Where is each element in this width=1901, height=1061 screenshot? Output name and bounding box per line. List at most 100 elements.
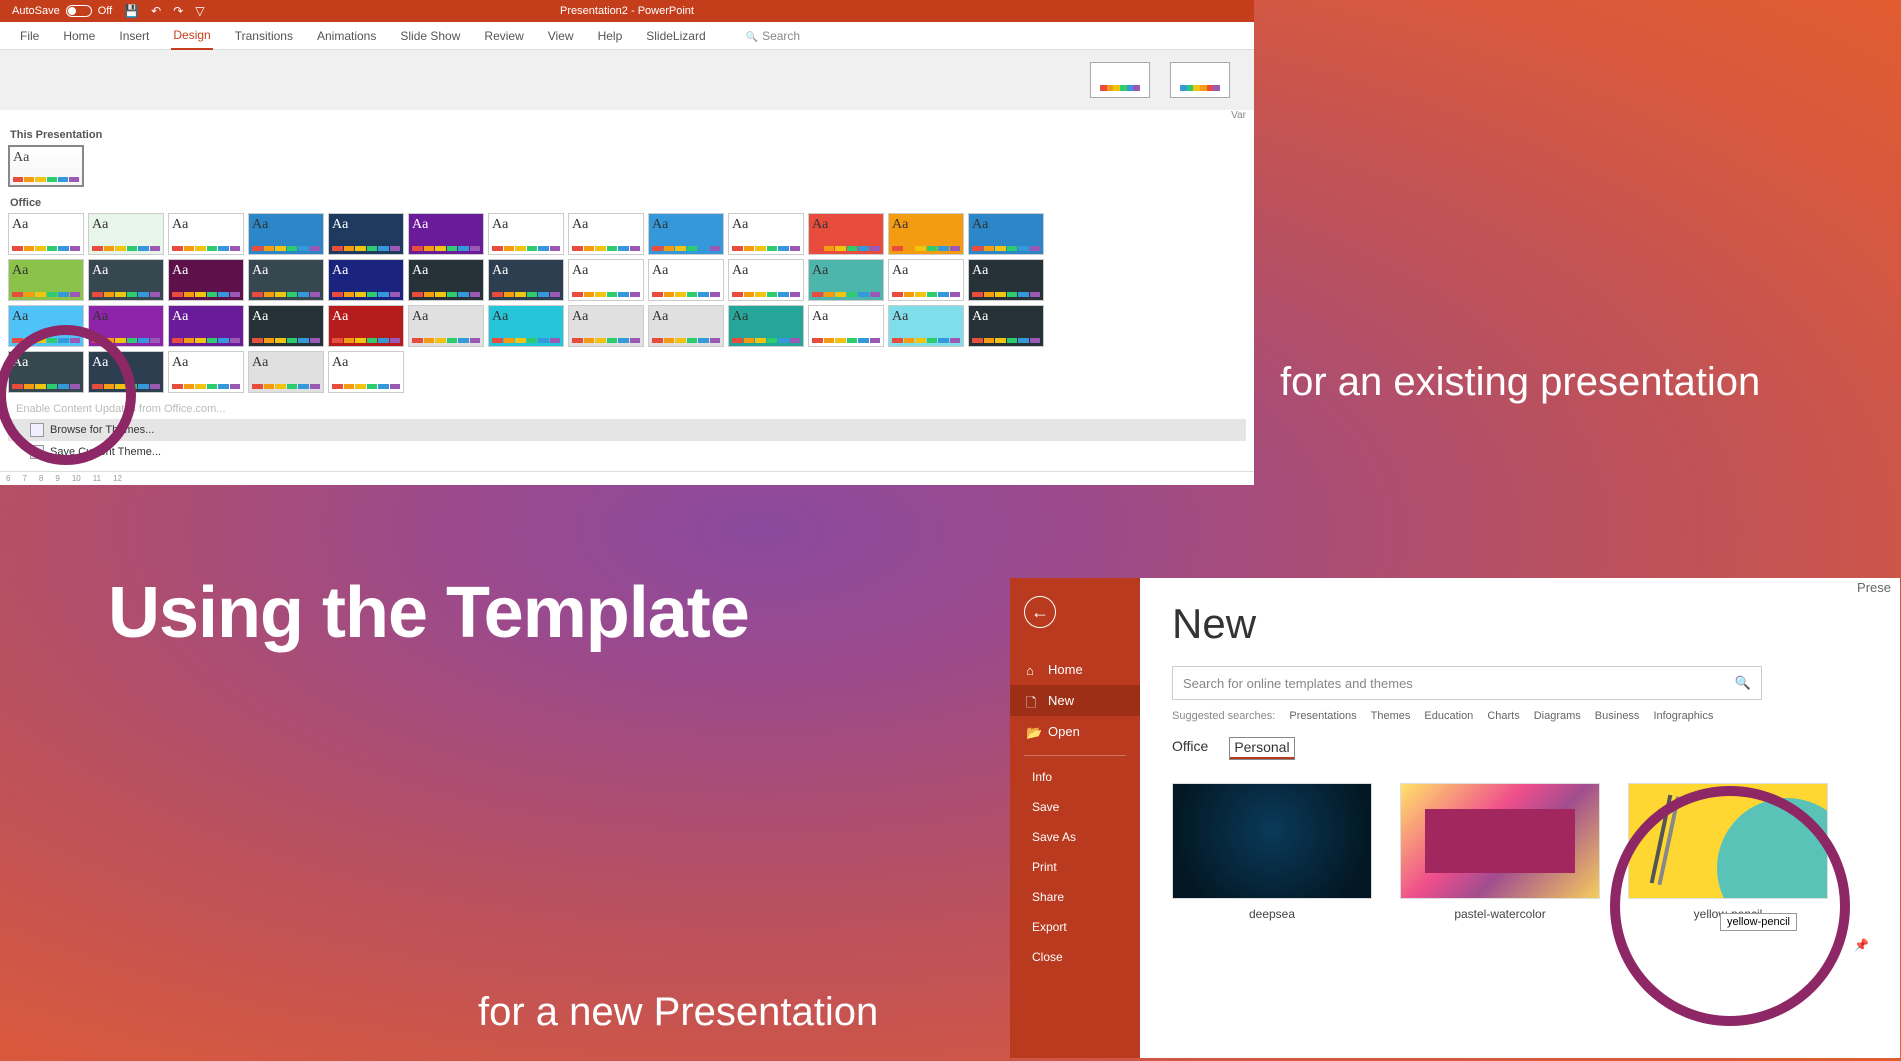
sugg-presentations[interactable]: Presentations bbox=[1289, 710, 1356, 722]
tab-view[interactable]: View bbox=[546, 23, 576, 49]
theme-thumb[interactable]: Aa bbox=[968, 213, 1044, 255]
theme-thumb[interactable]: Aa bbox=[728, 259, 804, 301]
undo-icon[interactable]: ↶ bbox=[151, 4, 161, 18]
theme-thumb[interactable]: Aa bbox=[168, 305, 244, 347]
theme-thumb[interactable]: Aa bbox=[88, 305, 164, 347]
theme-thumb[interactable]: Aa bbox=[808, 213, 884, 255]
theme-thumb[interactable]: Aa bbox=[568, 259, 644, 301]
sidebar-open[interactable]: 📂 Open bbox=[1010, 716, 1140, 747]
tab-help[interactable]: Help bbox=[596, 23, 625, 49]
theme-thumb[interactable]: Aa bbox=[168, 259, 244, 301]
theme-thumb[interactable]: Aa bbox=[88, 351, 164, 393]
theme-thumb[interactable]: Aa bbox=[648, 259, 724, 301]
theme-thumb[interactable]: Aa bbox=[888, 213, 964, 255]
tab-slidelizard[interactable]: SlideLizard bbox=[644, 23, 707, 49]
sugg-charts[interactable]: Charts bbox=[1487, 710, 1519, 722]
tab-transitions[interactable]: Transitions bbox=[233, 23, 295, 49]
theme-thumb[interactable]: Aa bbox=[648, 305, 724, 347]
theme-thumb[interactable]: Aa bbox=[408, 259, 484, 301]
sidebar-share[interactable]: Share bbox=[1010, 884, 1140, 910]
ribbon-search[interactable]: Search bbox=[746, 29, 800, 43]
sidebar-home[interactable]: ⌂ Home bbox=[1010, 654, 1140, 685]
tab-animations[interactable]: Animations bbox=[315, 23, 378, 49]
tab-review[interactable]: Review bbox=[482, 23, 525, 49]
sidebar-save[interactable]: Save bbox=[1010, 794, 1140, 820]
theme-thumb[interactable]: Aa bbox=[248, 213, 324, 255]
tab-personal-templates[interactable]: Personal bbox=[1230, 738, 1293, 759]
theme-thumb[interactable]: Aa bbox=[248, 259, 324, 301]
variant-thumb[interactable] bbox=[1090, 62, 1150, 98]
toggle-switch-icon[interactable] bbox=[66, 5, 92, 17]
template-yellow-pencil[interactable]: yellow-pencil bbox=[1628, 783, 1828, 921]
theme-thumb[interactable]: Aa bbox=[968, 259, 1044, 301]
sugg-themes[interactable]: Themes bbox=[1371, 710, 1411, 722]
sugg-infographics[interactable]: Infographics bbox=[1653, 710, 1713, 722]
quick-access-toolbar: 💾 ↶ ↷ ▽ bbox=[124, 4, 204, 18]
theme-thumb[interactable]: Aa bbox=[888, 305, 964, 347]
sidebar-export[interactable]: Export bbox=[1010, 914, 1140, 940]
theme-thumb[interactable]: Aa bbox=[728, 213, 804, 255]
theme-thumb[interactable]: Aa bbox=[808, 305, 884, 347]
tab-design[interactable]: Design bbox=[171, 22, 212, 50]
autosave-toggle[interactable]: AutoSave Off bbox=[0, 5, 112, 17]
theme-thumb[interactable]: Aa bbox=[808, 259, 884, 301]
theme-thumb[interactable]: Aa bbox=[8, 305, 84, 347]
theme-thumb[interactable]: Aa bbox=[888, 259, 964, 301]
theme-thumb[interactable]: Aa bbox=[248, 305, 324, 347]
theme-thumb[interactable]: Aa bbox=[568, 305, 644, 347]
template-pastel[interactable]: pastel-watercolor bbox=[1400, 783, 1600, 921]
theme-thumb[interactable]: Aa bbox=[88, 259, 164, 301]
tooltip-yellow-pencil: yellow-pencil bbox=[1720, 913, 1797, 931]
browse-label: Browse for Themes... bbox=[50, 424, 154, 436]
theme-thumb[interactable]: Aa bbox=[488, 213, 564, 255]
sidebar-new[interactable]: 🗋 New bbox=[1010, 685, 1140, 716]
tab-office-templates[interactable]: Office bbox=[1172, 738, 1208, 759]
enable-content-updates: Enable Content Updates from Office.com..… bbox=[8, 399, 1246, 419]
sidebar-info[interactable]: Info bbox=[1010, 764, 1140, 790]
browse-for-themes[interactable]: Browse for Themes... bbox=[8, 419, 1246, 441]
current-theme-thumb[interactable]: Aa bbox=[8, 145, 84, 187]
sidebar-close[interactable]: Close bbox=[1010, 944, 1140, 970]
save-icon[interactable]: 💾 bbox=[124, 4, 139, 18]
start-slideshow-icon[interactable]: ▽ bbox=[195, 4, 204, 18]
theme-thumb[interactable]: Aa bbox=[488, 259, 564, 301]
back-button[interactable]: ← bbox=[1024, 596, 1056, 628]
theme-thumb[interactable]: Aa bbox=[728, 305, 804, 347]
theme-thumb[interactable]: Aa bbox=[328, 305, 404, 347]
tab-home[interactable]: Home bbox=[61, 23, 97, 49]
theme-thumb[interactable]: Aa bbox=[328, 351, 404, 393]
tab-file[interactable]: File bbox=[18, 23, 41, 49]
redo-icon[interactable]: ↷ bbox=[173, 4, 183, 18]
theme-thumb[interactable]: Aa bbox=[328, 259, 404, 301]
sugg-business[interactable]: Business bbox=[1595, 710, 1640, 722]
pin-icon[interactable]: 📌 bbox=[1854, 938, 1869, 952]
theme-thumb[interactable]: Aa bbox=[8, 259, 84, 301]
theme-thumb[interactable]: Aa bbox=[568, 213, 644, 255]
save-current-theme[interactable]: Save Current Theme... bbox=[8, 441, 1246, 463]
template-deepsea[interactable]: deepsea bbox=[1172, 783, 1372, 921]
tab-insert[interactable]: Insert bbox=[117, 23, 151, 49]
sidebar-saveas[interactable]: Save As bbox=[1010, 824, 1140, 850]
tab-slideshow[interactable]: Slide Show bbox=[398, 23, 462, 49]
sidebar-new-label: New bbox=[1048, 693, 1074, 708]
theme-thumb[interactable]: Aa bbox=[648, 213, 724, 255]
theme-thumb[interactable]: Aa bbox=[488, 305, 564, 347]
theme-thumb[interactable]: Aa bbox=[408, 305, 484, 347]
theme-thumb[interactable]: Aa bbox=[8, 351, 84, 393]
variant-thumb[interactable] bbox=[1170, 62, 1230, 98]
theme-thumb[interactable]: Aa bbox=[248, 351, 324, 393]
theme-thumb[interactable]: Aa bbox=[968, 305, 1044, 347]
theme-thumb[interactable]: Aa bbox=[8, 213, 84, 255]
theme-thumb[interactable]: Aa bbox=[168, 351, 244, 393]
search-icon[interactable]: 🔍 bbox=[1735, 675, 1751, 691]
template-search[interactable]: Search for online templates and themes 🔍 bbox=[1172, 666, 1762, 700]
home-icon: ⌂ bbox=[1026, 663, 1040, 677]
template-name: deepsea bbox=[1249, 907, 1295, 921]
theme-thumb[interactable]: Aa bbox=[88, 213, 164, 255]
sugg-education[interactable]: Education bbox=[1424, 710, 1473, 722]
theme-thumb[interactable]: Aa bbox=[168, 213, 244, 255]
theme-thumb[interactable]: Aa bbox=[408, 213, 484, 255]
theme-thumb[interactable]: Aa bbox=[328, 213, 404, 255]
sugg-diagrams[interactable]: Diagrams bbox=[1534, 710, 1581, 722]
sidebar-print[interactable]: Print bbox=[1010, 854, 1140, 880]
